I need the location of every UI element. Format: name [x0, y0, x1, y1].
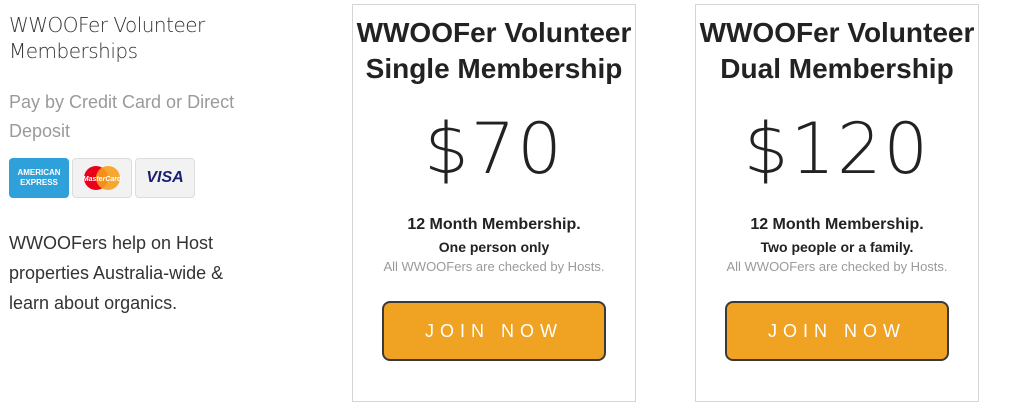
plan-title-line1: WWOOFer Volunteer	[699, 17, 975, 48]
single-membership-panel: WWOOFer Volunteer Single Membership $70 …	[352, 4, 636, 402]
intro-description: WWOOFers help on Host properties Austral…	[9, 233, 224, 313]
plan-title-line1: WWOOFer Volunteer	[356, 17, 632, 48]
plan-title: WWOOFer Volunteer Single Membership	[353, 15, 635, 87]
plan-price: $120	[743, 108, 931, 190]
visa-icon: VISA	[135, 158, 195, 198]
amex-icon: AMERICAN EXPRESS	[9, 158, 69, 198]
plan-who: One person only	[438, 239, 550, 255]
payment-text: Pay by Credit Card or Direct Deposit	[9, 92, 235, 141]
mastercard-label: MasterCard	[83, 176, 122, 183]
plan-note: All WWOOFers are checked by Hosts.	[726, 259, 948, 274]
plan-title-line2: Dual Membership	[720, 53, 954, 84]
plan-note: All WWOOFers are checked by Hosts.	[383, 259, 605, 274]
payment-cards: AMERICAN EXPRESS MasterCard VISA	[9, 158, 329, 198]
amex-label-1: AMERICAN	[17, 168, 61, 177]
plan-term: 12 Month Membership.	[407, 216, 581, 233]
plan-title-line2: Single Membership	[365, 53, 623, 84]
visa-label: VISA	[146, 169, 184, 186]
join-now-button-dual[interactable]: JOIN NOW	[725, 301, 949, 361]
intro-title: WWOOFer Volunteer Memberships	[9, 13, 205, 63]
join-now-button-single[interactable]: JOIN NOW	[382, 301, 606, 361]
plan-who: Two people or a family.	[760, 239, 914, 255]
plan-term: 12 Month Membership.	[750, 216, 924, 233]
plan-title: WWOOFer Volunteer Dual Membership	[696, 15, 978, 87]
plan-price: $70	[424, 108, 564, 190]
intro-section: WWOOFer Volunteer Memberships Pay by Cre…	[9, 12, 329, 318]
mastercard-icon: MasterCard	[72, 158, 132, 198]
amex-label-2: EXPRESS	[20, 178, 58, 187]
dual-membership-panel: WWOOFer Volunteer Dual Membership $120 1…	[695, 4, 979, 402]
